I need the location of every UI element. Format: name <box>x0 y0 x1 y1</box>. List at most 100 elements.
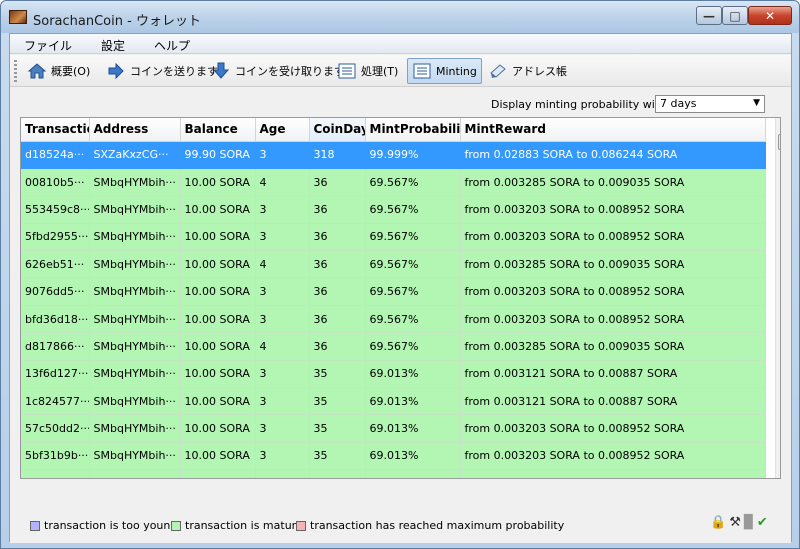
table-row[interactable]: 13f6d127··· SMbqHYMbih··· 10.00 SORA 3 35 69.… <box>21 360 766 389</box>
cell-address: SMbqHYMbih··· <box>89 360 181 389</box>
cell-balance: 10.00 SORA <box>180 168 256 197</box>
table-row[interactable]: 553459c8··· SMbqHYMbih··· 10.00 SORA 3 36 69.… <box>21 195 766 224</box>
column-header-balance[interactable]: Balance <box>180 118 256 142</box>
chevron-down-icon: ▼ <box>753 98 760 108</box>
send-coins-button[interactable]: コインを送ります <box>101 58 223 84</box>
cell-address: SMbqHYMbih··· <box>89 250 181 279</box>
transactions-button[interactable]: 処理(T) <box>332 58 403 84</box>
scroll-down-icon[interactable]: ▼ <box>776 462 780 478</box>
cell-mint-reward: from 0.003203 SORA to 0.008952 SORA <box>460 195 766 224</box>
lock-icon[interactable]: 🔒 <box>710 515 726 530</box>
cell-coinday: 36 <box>309 277 366 306</box>
table-row[interactable]: b451653···SMbqHYMbih···10.00 SORA33569.0… <box>21 469 766 478</box>
scroll-thumb[interactable] <box>778 134 780 150</box>
app-logo-icon <box>9 10 27 24</box>
cell-transaction: 626eb51··· <box>21 250 90 279</box>
vertical-scrollbar[interactable]: ▲ ▼ <box>775 118 780 478</box>
cell-mint-reward: from 0.003121 SORA to 0.00887 SORA <box>460 387 766 416</box>
cell-mint-reward: from 0.003285 SORA to 0.009035 SORA <box>460 168 766 197</box>
cell-age: 3 <box>255 141 310 169</box>
home-icon <box>27 61 47 81</box>
cell-address: SMbqHYMbih··· <box>89 469 181 478</box>
table-row[interactable]: d18524a··· SXZaKxzCG··· 99.90 SORA 3 318 99.9… <box>21 141 766 169</box>
column-header-mint-probability[interactable]: MintProbability <box>365 118 461 142</box>
cell-coinday: 318 <box>309 141 366 169</box>
cell-balance: 10.00 SORA <box>180 223 256 252</box>
table-row[interactable]: 5fbd2955··· SMbqHYMbih··· 10.00 SORA 3 36 69.… <box>21 223 766 252</box>
column-header-address[interactable]: Address <box>89 118 181 142</box>
transactions-label: 処理(T) <box>361 65 399 78</box>
minting-period-select[interactable]: 7 days ▼ <box>655 95 765 113</box>
maximize-button[interactable]: □ <box>722 6 748 25</box>
minting-button[interactable]: Minting <box>407 58 482 84</box>
cell-mint-probability: 69.013% <box>365 442 461 471</box>
send-coins-label: コインを送ります <box>130 65 218 78</box>
column-header-coinday[interactable]: CoinDay <box>309 118 366 142</box>
cell-mint-reward: from 0.003203 SORA to 0.008952 SORA <box>460 414 766 443</box>
cell-mint-probability: 69.567% <box>365 277 461 306</box>
legend-label-young: transaction is too young <box>44 519 178 532</box>
minimize-button[interactable]: — <box>696 6 722 25</box>
cell-mint-probability: 69.567% <box>365 168 461 197</box>
menu-help[interactable]: ヘルプ <box>154 37 190 54</box>
cell-mint-reward: from 0.003121 SORA to 0.00887 SORA <box>460 360 766 389</box>
receive-coins-button[interactable]: コインを受け取ります <box>206 58 350 84</box>
app-window: SorachanCoin - ウォレット — □ ✕ ファイル 設定 ヘルプ 概… <box>0 0 800 549</box>
table-row[interactable]: 9076dd5··· SMbqHYMbih··· 10.00 SORA 3 36 69.5… <box>21 277 766 306</box>
cell-mint-probability: 99.999% <box>365 141 461 169</box>
cell-age: 3 <box>255 387 310 416</box>
table-row[interactable]: 57c50dd2··· SMbqHYMbih··· 10.00 SORA 3 35 69.… <box>21 414 766 443</box>
menu-bar: ファイル 設定 ヘルプ <box>10 34 791 54</box>
cell-mint-probability: 69.567% <box>365 250 461 279</box>
cell-balance: 10.00 SORA <box>180 469 256 478</box>
column-header-mint-reward[interactable]: MintReward <box>460 118 766 142</box>
cell-mint-reward: from 0.003203 SORA to 0.008952 SORA <box>460 305 766 334</box>
cell-transaction: 9076dd5··· <box>21 277 90 306</box>
cell-address: SMbqHYMbih··· <box>89 305 181 334</box>
title-bar[interactable]: SorachanCoin - ウォレット — □ ✕ <box>1 1 799 33</box>
cell-mint-reward: from 0.02883 SORA to 0.086244 SORA <box>460 141 766 169</box>
check-icon[interactable]: ✔ <box>757 515 768 530</box>
cell-address: SMbqHYMbih··· <box>89 442 181 471</box>
scroll-up-icon[interactable]: ▲ <box>776 118 780 134</box>
overview-button[interactable]: 概要(O) <box>22 58 95 84</box>
cell-age: 3 <box>255 195 310 224</box>
legend-swatch-mature <box>171 520 181 531</box>
cell-mint-reward: from 0.003121 SORA to 0.00887 SORA <box>460 469 766 478</box>
table-row[interactable]: 00810b5··· SMbqHYMbih··· 10.00 SORA 4 36 69.5… <box>21 168 766 197</box>
table-row[interactable]: bfd36d18··· SMbqHYMbih··· 10.00 SORA 3 36 69.… <box>21 305 766 334</box>
cell-mint-reward: from 0.003203 SORA to 0.008952 SORA <box>460 277 766 306</box>
close-button[interactable]: ✕ <box>748 6 792 25</box>
cell-transaction: 57c50dd2··· <box>21 414 90 443</box>
column-header-transaction[interactable]: Transactio <box>21 118 90 142</box>
cell-balance: 10.00 SORA <box>180 250 256 279</box>
cell-coinday: 36 <box>309 305 366 334</box>
cell-balance: 10.00 SORA <box>180 387 256 416</box>
tools-icon[interactable]: ⚒ <box>729 515 741 530</box>
cell-transaction: 553459c8··· <box>21 195 90 224</box>
legend-swatch-max <box>296 520 306 531</box>
menu-file[interactable]: ファイル <box>24 37 72 54</box>
toolbar-grip[interactable] <box>14 60 17 82</box>
table-row[interactable]: 5bf31b9b··· SMbqHYMbih··· 10.00 SORA 3 35 69.… <box>21 442 766 471</box>
cell-age: 3 <box>255 277 310 306</box>
cell-coinday: 36 <box>309 223 366 252</box>
legend-max: transaction has reached maximum probabil… <box>296 519 564 532</box>
cell-mint-probability: 69.567% <box>365 332 461 361</box>
table-row[interactable]: 626eb51··· SMbqHYMbih··· 10.00 SORA 4 36 69.5… <box>21 250 766 279</box>
table-row[interactable]: 1c824577··· SMbqHYMbih··· 10.00 SORA 3 35 69.… <box>21 387 766 416</box>
cell-transaction: 13f6d127··· <box>21 360 90 389</box>
address-book-button[interactable]: アドレス帳 <box>483 58 572 84</box>
signal-icon[interactable]: ▉ <box>744 515 754 530</box>
minting-page: Display minting probability within : 7 d… <box>10 88 791 543</box>
column-header-age[interactable]: Age <box>255 118 310 142</box>
table-row[interactable]: d817866··· SMbqHYMbih··· 10.00 SORA 4 36 69.5… <box>21 332 766 361</box>
cell-balance: 10.00 SORA <box>180 414 256 443</box>
menu-settings[interactable]: 設定 <box>101 37 125 54</box>
cell-coinday: 35 <box>309 442 366 471</box>
cell-mint-probability: 69.013% <box>365 387 461 416</box>
cell-coinday: 36 <box>309 332 366 361</box>
cell-mint-reward: from 0.003285 SORA to 0.009035 SORA <box>460 332 766 361</box>
cell-balance: 10.00 SORA <box>180 332 256 361</box>
cell-coinday: 35 <box>309 387 366 416</box>
